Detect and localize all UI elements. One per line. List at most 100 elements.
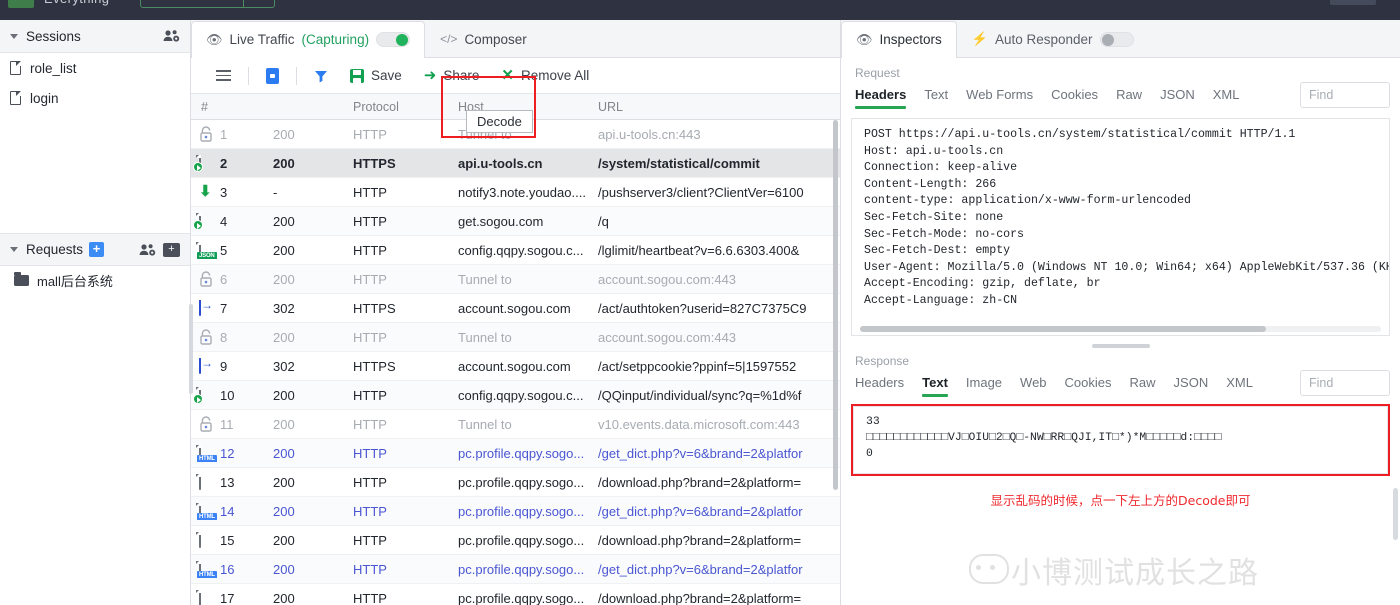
chevron-down-icon[interactable]: [10, 247, 18, 252]
session-row[interactable]: 13 200 HTTP pc.profile.qqpy.sogo... /downloa…: [191, 468, 840, 497]
request-hscroll-track[interactable]: [860, 326, 1381, 332]
request-subtab-text[interactable]: Text: [924, 87, 948, 107]
tree-item-mall-backend[interactable]: mall后台系统: [0, 40, 845, 294]
capture-toggle[interactable]: [376, 32, 411, 47]
people-gear-icon[interactable]: [163, 29, 180, 43]
response-subtab-image[interactable]: Image: [966, 375, 1002, 395]
session-row[interactable]: 2 200 HTTPS api.u-tools.cn/system/statistic…: [191, 149, 840, 178]
requests-panel-header[interactable]: Requests + +: [0, 233, 190, 266]
tree-item-label: mall后台系统: [37, 273, 113, 289]
row-result-cell: 200: [273, 329, 295, 345]
session-row[interactable]: 8 200 HTTP Tunnel to account.sogou.com:443: [191, 323, 840, 352]
request-subtab-web-forms[interactable]: Web Forms: [966, 87, 1033, 107]
grid-left-scroll-indicator[interactable]: [189, 304, 193, 394]
inspector-splitter[interactable]: [841, 340, 1400, 352]
decode-button[interactable]: [255, 63, 290, 89]
tab-live-traffic-label: Live Traffic: [229, 32, 295, 47]
response-subtab-text[interactable]: Text: [922, 375, 948, 397]
request-hscroll-thumb[interactable]: [860, 326, 1267, 332]
session-row[interactable]: 10 200 HTTP config.qqpy.sogou.c... /QQinput/…: [191, 381, 840, 410]
row-protocol-cell: HTTP: [353, 387, 387, 403]
app-logo: [8, 0, 34, 8]
add-request-button[interactable]: +: [89, 242, 105, 257]
tab-auto-responder[interactable]: ⚡ Auto Responder: [957, 20, 1149, 57]
row-protocol-cell: HTTPS: [353, 358, 396, 374]
row-url-cell: /lglimit/heartbeat?v=6.6.6303.400&: [598, 242, 800, 258]
request-subtab-json[interactable]: JSON: [1160, 87, 1195, 107]
row-host-cell: config.qqpy.sogou.c...: [458, 387, 584, 403]
request-subtab-cookies[interactable]: Cookies: [1051, 87, 1098, 107]
response-vertical-scrollbar[interactable]: [1393, 488, 1398, 540]
session-row[interactable]: JSON 5 200 HTTP config.qqpy.sogou.c... /lglim…: [191, 236, 840, 265]
titlebar-pill-divider: [243, 0, 244, 8]
response-subtab-json[interactable]: JSON: [1174, 375, 1209, 395]
sessions-panel-header[interactable]: Sessions: [0, 20, 190, 53]
session-row[interactable]: HTML 14 200 HTTP pc.profile.qqpy.sogo... /get…: [191, 497, 840, 526]
window-controls[interactable]: [1330, 0, 1376, 5]
row-host-cell: account.sogou.com: [458, 300, 571, 316]
session-row[interactable]: HTML 16 200 HTTP pc.profile.qqpy.sogo... /get…: [191, 555, 840, 584]
session-item-role_list[interactable]: role_list: [0, 53, 190, 83]
request-subtab-headers[interactable]: Headers: [855, 87, 907, 109]
session-row[interactable]: 15 200 HTTP pc.profile.qqpy.sogo... /downloa…: [191, 526, 840, 555]
response-subtab-cookies[interactable]: Cookies: [1065, 375, 1112, 395]
document-success-icon: [193, 154, 214, 172]
row-url-cell: /get_dict.php?v=6&brand=2&platfor: [598, 445, 803, 461]
left-sidebar: Sessions role_list login Requests + + ma…: [0, 20, 845, 605]
request-subtab-raw[interactable]: Raw: [1116, 87, 1142, 107]
row-protocol-cell: HTTP: [353, 242, 387, 258]
column-header-protocol[interactable]: Protocol: [343, 100, 448, 114]
response-text-view[interactable]: 33 □□□□□□□□□□□□VJ□OIU□2□Q□-NW□RR□QJI,IT□…: [853, 406, 1388, 474]
session-item-login[interactable]: login: [0, 83, 190, 113]
request-subtab-xml[interactable]: XML: [1213, 87, 1240, 107]
remove-all-button[interactable]: ✕ Remove All: [490, 63, 600, 89]
session-row[interactable]: ⬇ 3- HTTP notify3.note.youdao..../pushserve…: [191, 178, 840, 207]
center-tabstrip: 👁 Live Traffic (Capturing) </> Composer: [191, 20, 840, 58]
grid-vertical-scrollbar[interactable]: [833, 120, 838, 490]
row-number: 3: [220, 184, 228, 200]
response-subtab-headers[interactable]: Headers: [855, 375, 904, 395]
session-row[interactable]: 7 302 HTTPS account.sogou.com/act/authtoken…: [191, 294, 840, 323]
share-button[interactable]: ➜ Share: [413, 63, 491, 89]
row-protocol-cell: HTTP: [353, 184, 387, 200]
response-subtab-raw[interactable]: Raw: [1130, 375, 1156, 395]
new-folder-icon[interactable]: +: [163, 242, 180, 257]
row-number-cell: 7: [191, 299, 263, 317]
row-protocol-cell: HTTP: [353, 445, 387, 461]
people-gear-icon[interactable]: [139, 243, 156, 257]
tab-composer[interactable]: </> Composer: [425, 20, 542, 57]
request-find-input[interactable]: Find: [1300, 82, 1390, 108]
share-label: Share: [443, 68, 480, 83]
response-subtab-xml[interactable]: XML: [1226, 375, 1253, 395]
response-subtab-web[interactable]: Web: [1020, 375, 1047, 395]
html-file-icon: HTML: [197, 560, 217, 578]
tab-inspectors[interactable]: 👁 Inspectors: [841, 21, 957, 58]
tab-live-traffic[interactable]: 👁 Live Traffic (Capturing): [191, 21, 426, 58]
filter-button[interactable]: [303, 63, 339, 89]
session-row[interactable]: 9 302 HTTPS account.sogou.com/act/setppcook…: [191, 352, 840, 381]
menu-button[interactable]: [205, 63, 242, 89]
row-protocol-cell: HTTP: [353, 561, 387, 577]
tab-composer-label: Composer: [464, 31, 527, 47]
row-url-cell: /act/authtoken?userid=827C7375C9: [598, 300, 807, 316]
session-row[interactable]: 17 200 HTTP pc.profile.qqpy.sogo... /downloa…: [191, 584, 840, 605]
column-header-url[interactable]: URL: [588, 100, 840, 114]
session-row[interactable]: HTML 12 200 HTTP pc.profile.qqpy.sogo... /get…: [191, 439, 840, 468]
row-number: 2: [220, 155, 228, 171]
request-subtabs: Headers Text Web Forms Cookies Raw JSON …: [841, 82, 1400, 110]
column-header-num[interactable]: #: [191, 100, 263, 114]
decode-tooltip: Decode: [466, 110, 533, 133]
auto-responder-toggle[interactable]: [1099, 31, 1134, 47]
tab-inspectors-label: Inspectors: [879, 32, 942, 47]
row-protocol-cell: HTTP: [353, 213, 387, 229]
response-find-input[interactable]: Find: [1300, 370, 1390, 396]
request-headers-view[interactable]: POST https://api.u-tools.cn/system/stati…: [851, 118, 1390, 336]
session-row[interactable]: 11 200 HTTP Tunnel to v10.events.data.micros…: [191, 410, 840, 439]
annotation-note: 显示乱码的时候，点一下左上方的Decode即可: [990, 493, 1251, 508]
row-number: 6: [220, 271, 228, 287]
row-number: 16: [220, 561, 235, 577]
chevron-down-icon[interactable]: [10, 33, 18, 39]
session-row[interactable]: 6 200 HTTP Tunnel to account.sogou.com:443: [191, 265, 840, 294]
session-row[interactable]: 4 200 HTTP get.sogou.com/q: [191, 207, 840, 236]
save-button[interactable]: Save: [339, 63, 413, 89]
